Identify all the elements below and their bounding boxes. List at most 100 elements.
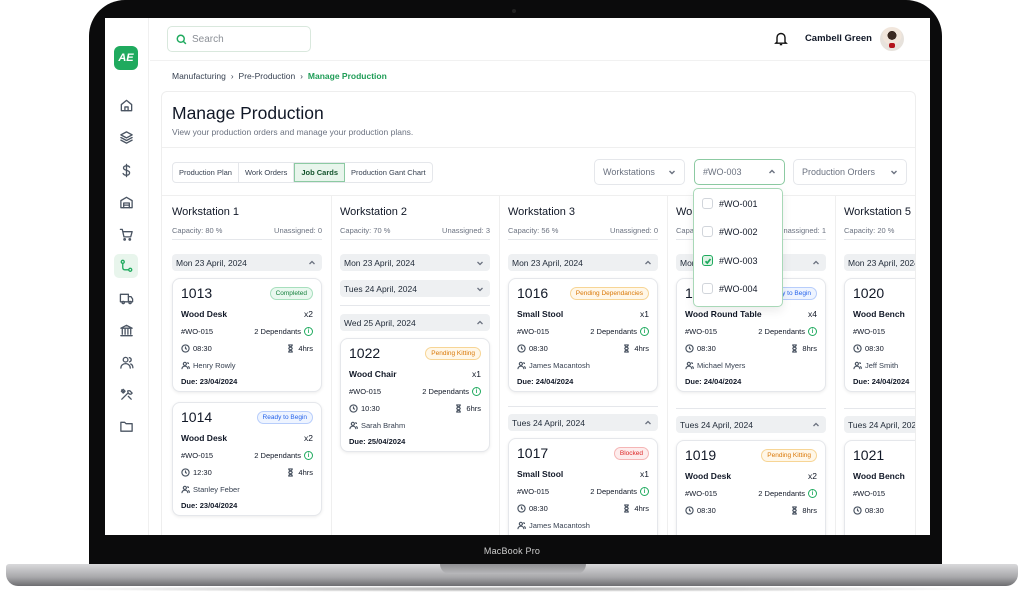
status-badge: Pending Dependancies	[569, 287, 649, 300]
date-group-header[interactable]: Tues 24 April, 2024	[508, 414, 658, 431]
info-icon[interactable]: i	[472, 387, 481, 396]
checkbox[interactable]	[702, 198, 713, 209]
checkbox[interactable]	[702, 226, 713, 237]
job-card-id: 1019	[685, 447, 717, 463]
product-name: Wood Bench	[853, 471, 905, 481]
sidebar-item-delivery[interactable]	[114, 286, 138, 310]
option-label: #WO-004	[719, 283, 758, 294]
dependants-count: 2 Dependants	[758, 489, 805, 498]
due-date: Due: 24/04/2024	[517, 377, 574, 386]
app-screen: AE Search Cambell Green Manufacturing › …	[105, 18, 930, 535]
breadcrumb-item[interactable]: Manufacturing	[172, 71, 226, 81]
operator-name: Stanley Feber	[193, 485, 240, 494]
sidebar-item-layers[interactable]	[114, 125, 138, 149]
operator-name: James Macantosh	[529, 361, 590, 370]
duration: 4hrs	[298, 344, 313, 353]
work-order-select[interactable]: #WO-003	[694, 159, 785, 185]
date-group-header[interactable]: Mon 23 April, 2024	[508, 254, 658, 271]
dependants-count: 2 Dependants	[590, 327, 637, 336]
dropdown-option-wo-003[interactable]: #WO-003	[702, 255, 758, 266]
checkbox-checked[interactable]	[702, 255, 713, 266]
production-orders-select-label: Production Orders	[802, 167, 876, 177]
date-group-header[interactable]: Tues 24 April, 2024	[844, 416, 915, 433]
job-card[interactable]: 1019 Pending Kitting Wood Desk x2 #WO-015 2 D…	[676, 440, 826, 535]
job-card[interactable]: 1017 Blocked Small Stool x1 #WO-015 2 Dependa…	[508, 438, 658, 535]
sidebar-item-folder[interactable]	[114, 414, 138, 438]
info-icon[interactable]: i	[304, 451, 313, 460]
quantity: x1	[640, 469, 649, 479]
clock-icon	[517, 344, 526, 353]
due-date: Due: 23/04/2024	[181, 501, 238, 510]
info-icon[interactable]: i	[640, 327, 649, 336]
operator-icon	[517, 521, 527, 530]
info-icon[interactable]: i	[808, 327, 817, 336]
sidebar-item-manufacturing[interactable]	[114, 254, 138, 278]
bank-icon	[119, 324, 133, 336]
app-logo[interactable]: AE	[114, 46, 138, 70]
date-group-header[interactable]: Tues 24 April, 2024	[676, 416, 826, 433]
search-input[interactable]: Search	[167, 26, 311, 52]
chevron-up-icon	[813, 260, 819, 264]
workstation-title: Workstation 3	[508, 206, 576, 218]
dropdown-option-wo-002[interactable]: #WO-002	[702, 226, 758, 237]
product-name: Wood Desk	[685, 471, 732, 481]
job-card[interactable]: 1014 Ready to Begin Wood Desk x2 #WO-015 2 De…	[172, 402, 322, 516]
sidebar-item-bank[interactable]	[114, 318, 138, 342]
workstation-title: Workstation 1	[172, 206, 240, 218]
sidebar-item-tools[interactable]	[114, 382, 138, 406]
job-card[interactable]: 1016 Pending Dependancies Small Stool x1 #WO…	[508, 278, 658, 392]
info-icon[interactable]: i	[808, 489, 817, 498]
job-card[interactable]: 1021Wood Bench#WO-0152 Dependantsi08:30	[844, 440, 915, 535]
hourglass-icon	[790, 344, 799, 353]
job-card[interactable]: 1022 Pending Kitting Wood Chair x1 #WO-015 2 …	[340, 338, 490, 452]
date-group-header[interactable]: Mon 23 April, 2024	[172, 254, 322, 271]
date-group-header[interactable]: Mon 23 April, 2024	[340, 254, 490, 271]
production-orders-select[interactable]: Production Orders	[793, 159, 907, 185]
start-time: 12:30	[193, 468, 212, 477]
date-group-header[interactable]: Mon 23 April, 2024	[844, 254, 916, 271]
checkbox[interactable]	[702, 283, 713, 294]
tab-job-cards[interactable]: Job Cards	[294, 163, 346, 182]
work-order-dropdown: #WO-001 #WO-002 #WO-003 #WO-004	[693, 188, 783, 307]
job-card-id: 1022	[349, 345, 381, 361]
divider	[508, 239, 658, 240]
avatar[interactable]	[880, 27, 904, 51]
quantity: x2	[808, 471, 817, 481]
tab-production-gant-chart[interactable]: Production Gant Chart	[345, 163, 432, 182]
date-label: Mon 23 April, 2024	[176, 257, 247, 268]
date-label: Mon 23 April, 2024	[848, 257, 916, 268]
hourglass-icon	[286, 344, 295, 353]
user-name[interactable]: Cambell Green	[805, 33, 872, 44]
due-date: Due: 23/04/2024	[181, 377, 238, 386]
cart-icon	[119, 228, 133, 241]
info-icon[interactable]: i	[304, 327, 313, 336]
divider	[162, 147, 915, 148]
breadcrumb-item[interactable]: Pre-Production	[239, 71, 296, 81]
date-label: Tues 24 April, 2024	[512, 417, 585, 428]
laptop-notch	[440, 564, 586, 574]
sidebar-item-users[interactable]	[114, 350, 138, 374]
sidebar-item-finance[interactable]	[114, 158, 138, 182]
tab-production-plan[interactable]: Production Plan	[173, 163, 239, 182]
dropdown-option-wo-004[interactable]: #WO-004	[702, 283, 758, 294]
job-card[interactable]: 1013 Completed Wood Desk x2 #WO-015 2 Dependa…	[172, 278, 322, 392]
date-group-header[interactable]: Wed 25 April, 2024	[340, 314, 490, 331]
chevron-down-icon	[477, 261, 483, 265]
date-group-header[interactable]: Tues 24 April, 2024	[340, 280, 490, 297]
notifications-button[interactable]	[774, 31, 788, 46]
workstation-title: Workstation 5	[844, 206, 912, 218]
page-title: Manage Production	[172, 103, 324, 123]
tab-work-orders[interactable]: Work Orders	[239, 163, 295, 182]
info-icon[interactable]: i	[640, 487, 649, 496]
operator-icon	[853, 361, 863, 370]
start-time: 08:30	[865, 344, 884, 353]
sidebar-item-home[interactable]	[114, 93, 138, 117]
duration: 4hrs	[634, 504, 649, 513]
sidebar-item-warehouse[interactable]	[114, 190, 138, 214]
work-order-select-value: #WO-003	[703, 167, 742, 177]
capacity-label: Capacity: 70 %	[340, 226, 391, 235]
workstations-select[interactable]: Workstations	[594, 159, 685, 185]
sidebar-item-cart[interactable]	[114, 222, 138, 246]
job-card[interactable]: 1020Wood Bench#WO-0152 Dependantsi08:30J…	[844, 278, 915, 392]
dropdown-option-wo-001[interactable]: #WO-001	[702, 198, 758, 209]
